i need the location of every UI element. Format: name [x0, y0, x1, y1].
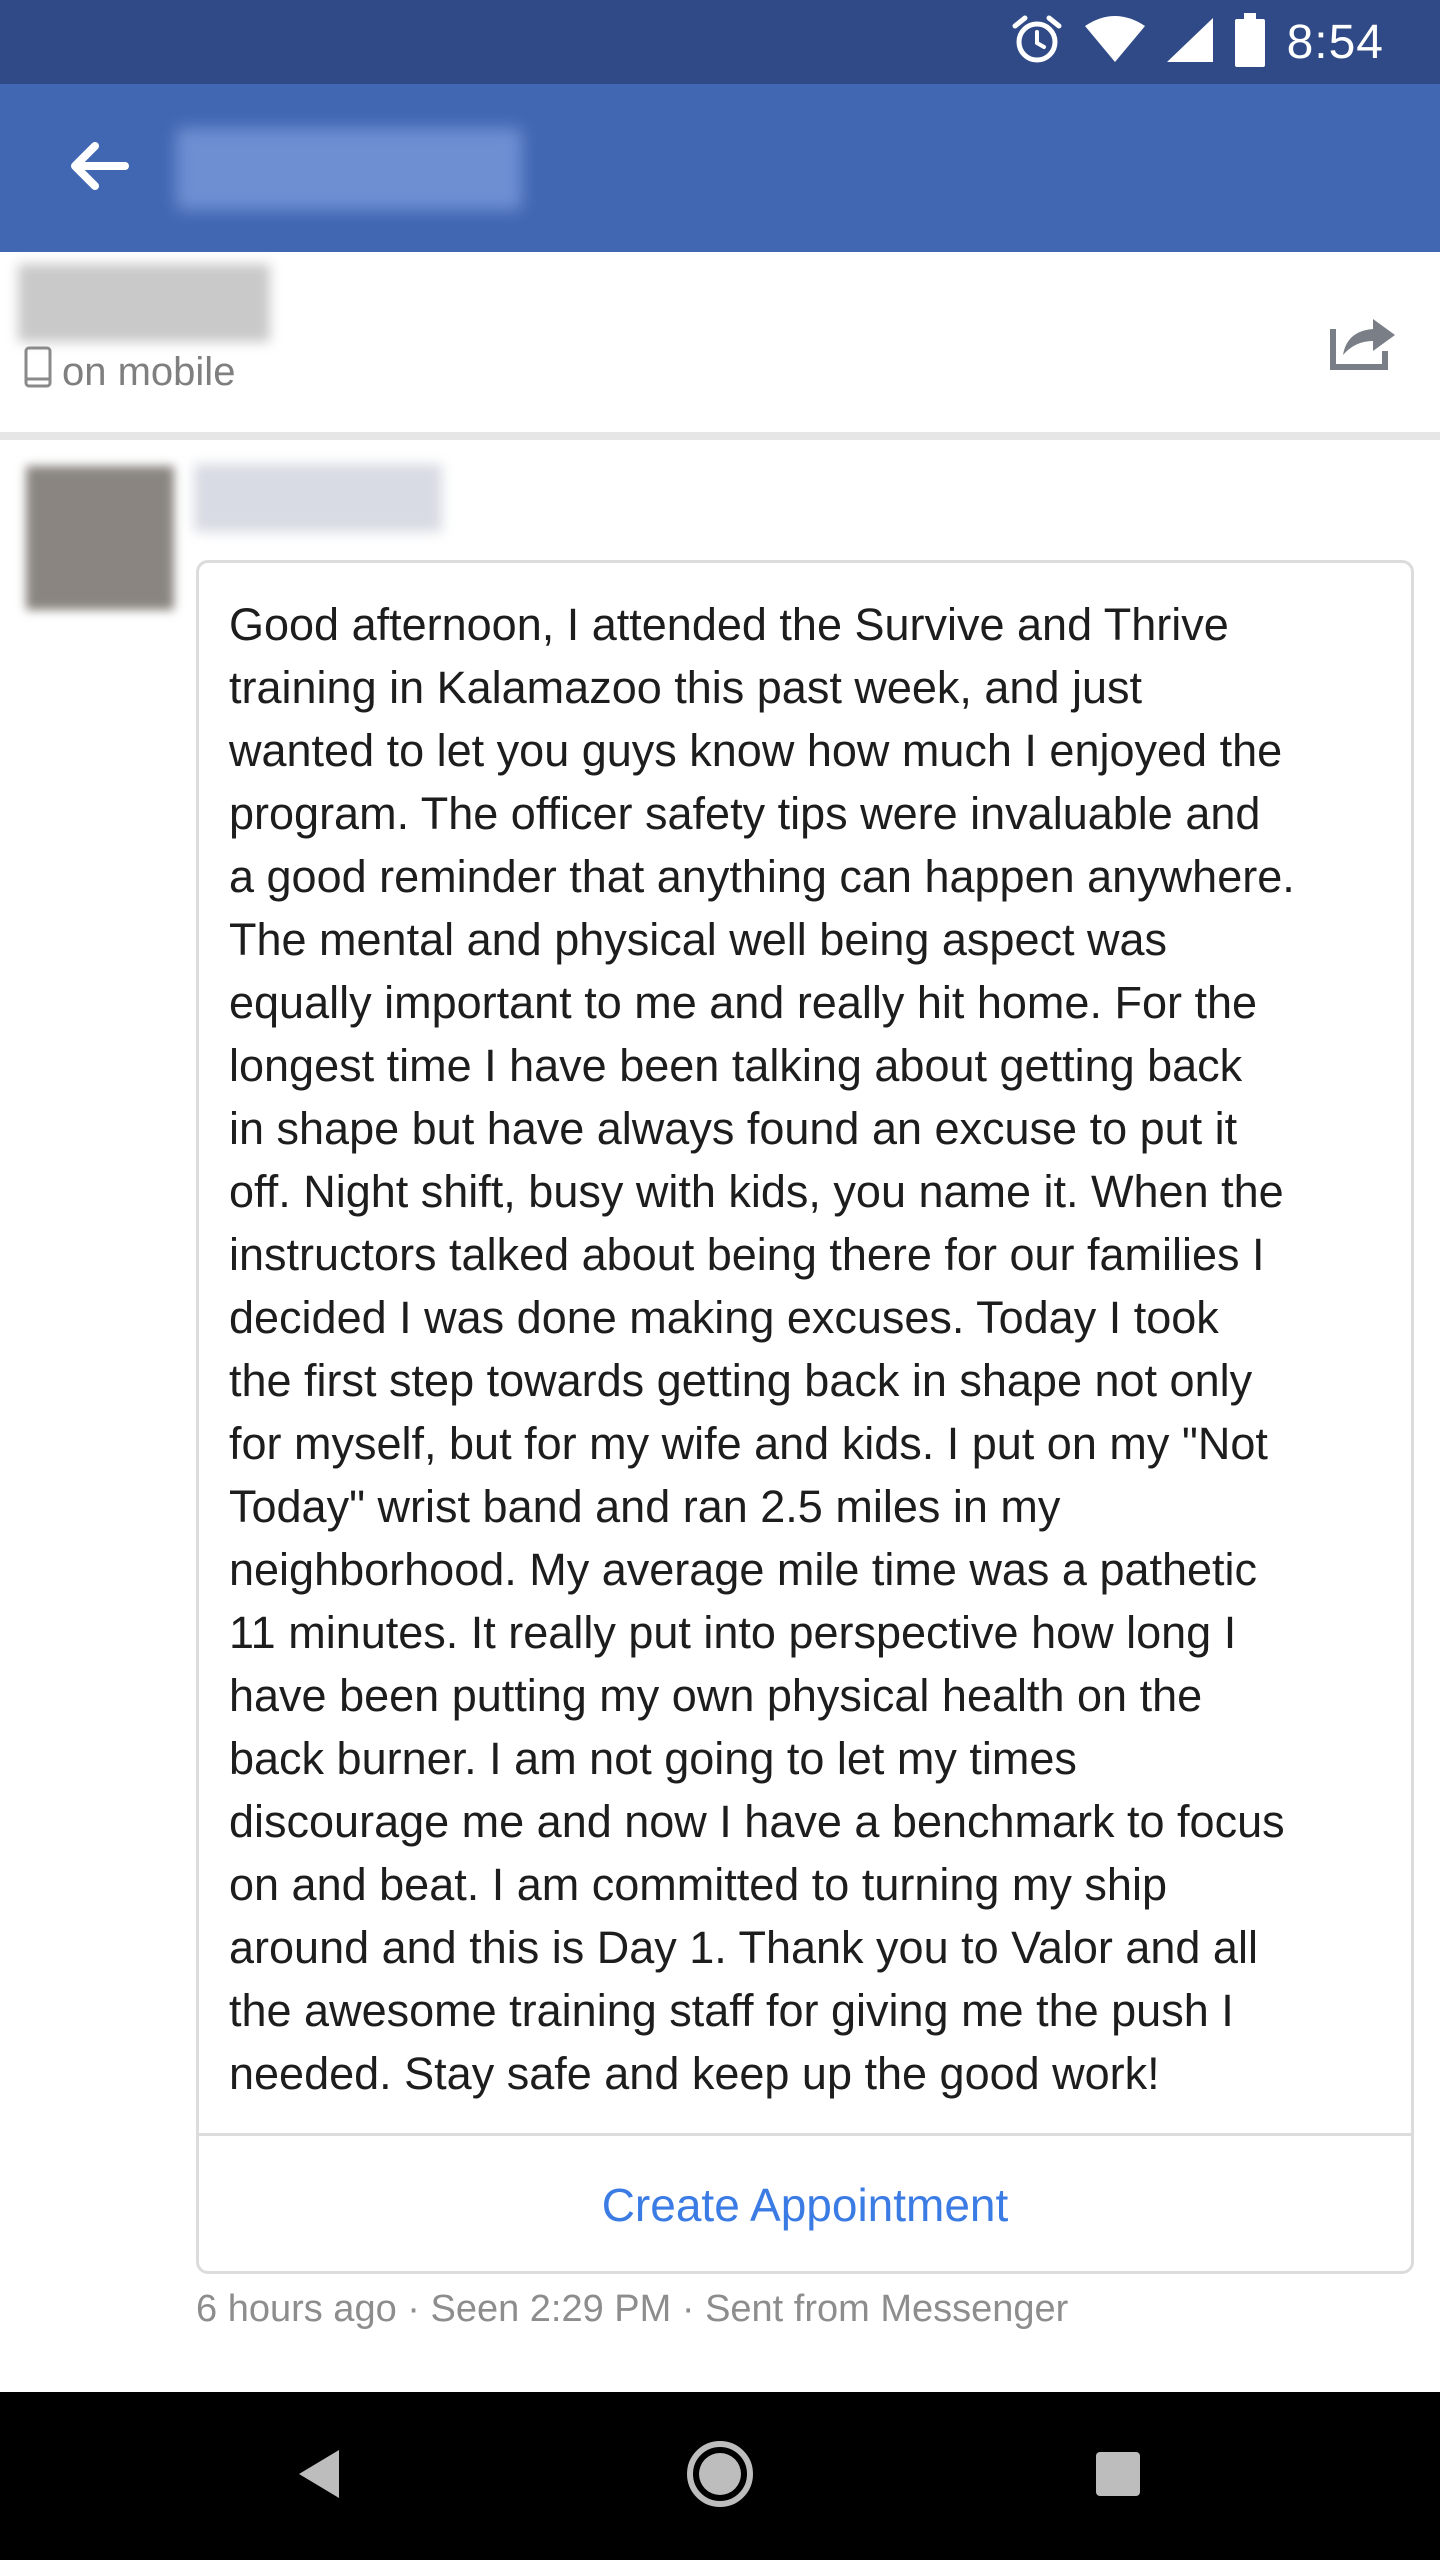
alarm-icon: [1011, 14, 1063, 71]
phone-icon: [24, 346, 52, 398]
message-line: Today" wrist band and ran 2.5 miles in m…: [229, 1481, 1061, 1532]
active-status-text: on mobile: [62, 349, 236, 394]
message-line: needed. Stay safe and keep up the good w…: [229, 2048, 1160, 2099]
message-line: 11 minutes. It really put into perspecti…: [229, 1607, 1237, 1658]
message-line: instructors talked about being there for…: [229, 1229, 1265, 1280]
conversation-header: on mobile: [0, 252, 1440, 436]
message-card: Good afternoon, I attended the Survive a…: [196, 560, 1414, 2274]
create-appointment-button[interactable]: Create Appointment: [199, 2136, 1411, 2274]
message-meta: 6 hours ago · Seen 2:29 PM · Sent from M…: [196, 2288, 1069, 2330]
message-line: wanted to let you guys know how much I e…: [229, 725, 1283, 776]
signal-icon: [1166, 16, 1213, 69]
status-icons: 8:54: [1011, 0, 1384, 84]
status-time: 8:54: [1286, 15, 1384, 69]
message-line: on and beat. I am committed to turning m…: [229, 1859, 1167, 1910]
app-bar: [0, 84, 1440, 252]
nav-back-button[interactable]: [274, 2430, 366, 2522]
conversation-title-redacted: [176, 128, 522, 210]
sender-name-redacted: [194, 464, 442, 532]
nav-recents-button[interactable]: [1072, 2430, 1164, 2522]
message-line: around and this is Day 1. Thank you to V…: [229, 1922, 1258, 1973]
message-line: off. Night shift, busy with kids, you na…: [229, 1166, 1284, 1217]
wifi-icon: [1084, 15, 1145, 69]
message-line: decided I was done making excuses. Today…: [229, 1292, 1219, 1343]
message-line: a good reminder that anything can happen…: [229, 851, 1295, 902]
nav-back-icon: [295, 2446, 345, 2507]
message-line: have been putting my own physical health…: [229, 1670, 1203, 1721]
message-text: Good afternoon, I attended the Survive a…: [229, 593, 1389, 2105]
message-line: program. The officer safety tips were in…: [229, 788, 1261, 839]
message-line: back burner. I am not going to let my ti…: [229, 1733, 1077, 1784]
message-line: The mental and physical well being aspec…: [229, 914, 1168, 965]
avatar[interactable]: [26, 466, 174, 610]
arrow-left-icon: [67, 141, 129, 196]
contact-name-redacted: [18, 264, 270, 342]
message-line: longest time I have been talking about g…: [229, 1040, 1243, 1091]
back-button[interactable]: [60, 134, 136, 202]
active-status: on mobile: [24, 346, 235, 398]
message-line: the awesome training staff for giving me…: [229, 1985, 1234, 2036]
message-line: neighborhood. My average mile time was a…: [229, 1544, 1258, 1595]
message-line: Good afternoon, I attended the Survive a…: [229, 599, 1229, 650]
nav-home-icon: [684, 2438, 756, 2515]
share-button[interactable]: [1324, 302, 1404, 382]
nav-recents-icon: [1094, 2450, 1142, 2503]
message-line: for myself, but for my wife and kids. I …: [229, 1418, 1268, 1469]
message-line: training in Kalamazoo this past week, an…: [229, 662, 1143, 713]
message-line: equally important to me and really hit h…: [229, 977, 1258, 1028]
header-divider: [0, 432, 1440, 440]
message-line: discourage me and now I have a benchmark…: [229, 1796, 1285, 1847]
share-icon: [1329, 309, 1399, 376]
status-bar: 8:54: [0, 0, 1440, 84]
nav-bar: [0, 2392, 1440, 2560]
battery-icon: [1234, 12, 1265, 72]
message-line: the first step towards getting back in s…: [229, 1355, 1253, 1406]
nav-home-button[interactable]: [674, 2430, 766, 2522]
message-line: in shape but have always found an excuse…: [229, 1103, 1238, 1154]
